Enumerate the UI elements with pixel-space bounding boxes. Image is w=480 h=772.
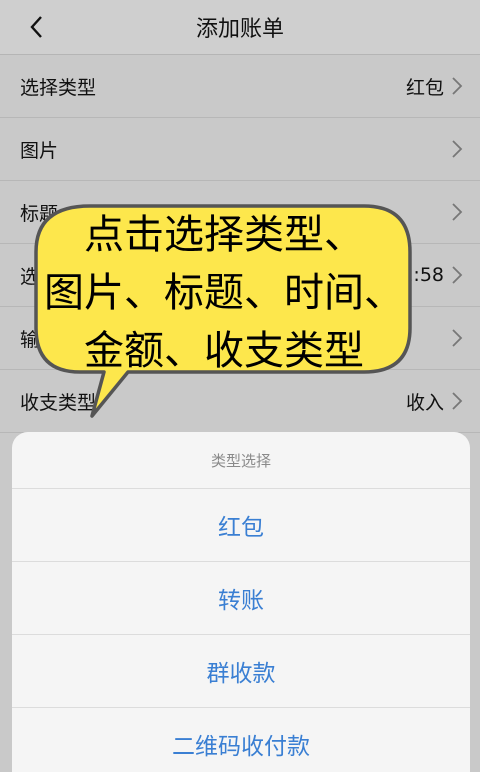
option-red-packet[interactable]: 红包	[12, 489, 470, 562]
back-button[interactable]	[22, 12, 52, 42]
row-value: 红包	[405, 76, 444, 99]
row-title[interactable]: 标题	[0, 181, 480, 244]
type-select-sheet: 类型选择 红包 转账 群收款 二维码收付款	[12, 432, 470, 772]
chevron-right-icon	[452, 140, 463, 158]
option-transfer[interactable]: 转账	[12, 562, 470, 635]
row-label: 标题	[20, 202, 59, 225]
sheet-title: 类型选择	[12, 432, 470, 489]
option-group-collect[interactable]: 群收款	[12, 635, 470, 708]
chevron-right-icon	[452, 266, 463, 284]
row-time[interactable]: 选 2:58	[0, 244, 480, 307]
chevron-right-icon	[452, 329, 463, 347]
chevron-left-icon	[30, 16, 42, 38]
row-picture[interactable]: 图片	[0, 118, 480, 181]
chevron-right-icon	[452, 392, 463, 410]
row-value: 2:58	[401, 264, 444, 286]
option-qr-pay[interactable]: 二维码收付款	[12, 708, 470, 772]
row-value: 收入	[405, 391, 444, 414]
row-label: 选	[20, 265, 40, 288]
add-bill-screen: 添加账单 选择类型 红包 图片 标题 选 2:58 输 收支类型 收入 类型选择…	[0, 0, 480, 772]
row-select-type[interactable]: 选择类型 红包	[0, 55, 480, 118]
row-label: 图片	[20, 139, 59, 162]
row-amount[interactable]: 输	[0, 307, 480, 370]
row-label: 选择类型	[20, 76, 97, 99]
page-title: 添加账单	[195, 17, 284, 42]
chevron-right-icon	[452, 203, 463, 221]
chevron-right-icon	[452, 77, 463, 95]
navigation-bar: 添加账单	[0, 0, 480, 55]
row-label: 输	[20, 328, 40, 351]
row-label: 收支类型	[20, 391, 97, 414]
row-income-expense-type[interactable]: 收支类型 收入	[0, 370, 480, 433]
